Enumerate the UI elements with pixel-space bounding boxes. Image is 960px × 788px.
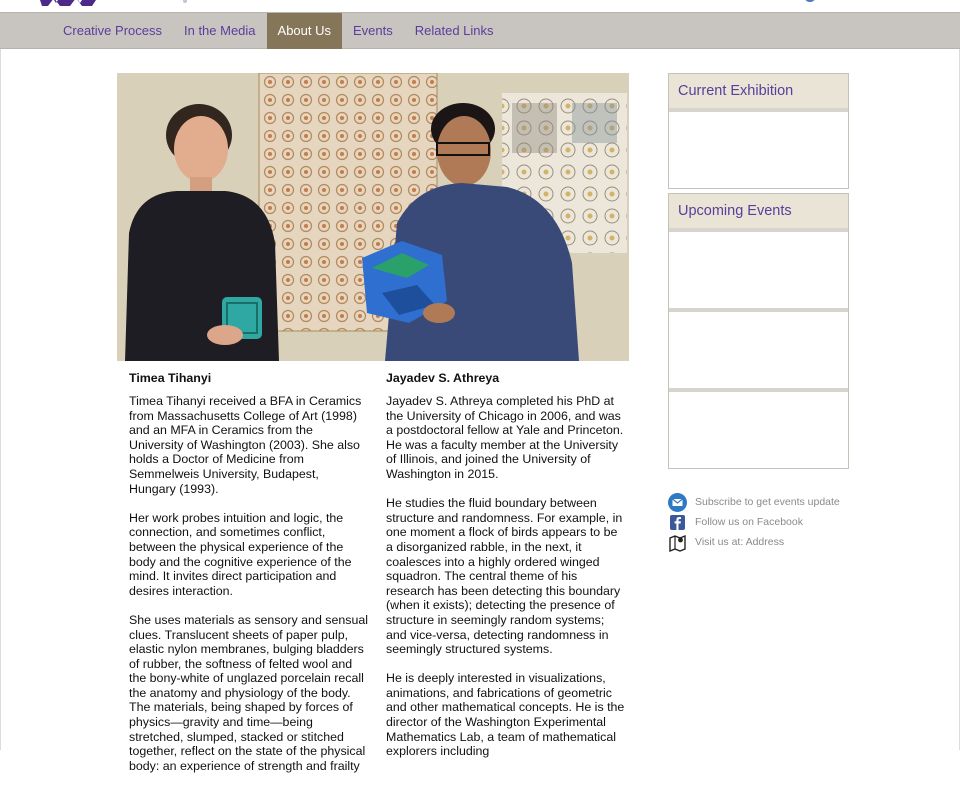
event-slot[interactable] [669, 312, 848, 388]
bio-paragraph: Her work probes intuition and logic, the… [129, 510, 352, 598]
nav-events[interactable]: Events [342, 13, 404, 49]
event-slot[interactable] [669, 232, 848, 308]
upcoming-events-panel: Upcoming Events [668, 193, 849, 469]
main-nav: Creative Process In the Media About Us E… [0, 12, 960, 49]
bio-paragraph: She uses materials as sensory and sensua… [129, 612, 368, 773]
page-border-left [0, 49, 1, 750]
logo-mark [183, 0, 187, 3]
bio-paragraph: Jayadev S. Athreya completed his PhD at … [386, 394, 624, 481]
sidebar: Current Exhibition Upcoming Events [668, 73, 849, 469]
facebook-text: Follow us on Facebook [695, 516, 803, 528]
nav-related-links[interactable]: Related Links [404, 13, 505, 49]
sidebar-links: Subscribe to get events update Follow us… [668, 492, 858, 552]
facebook-icon [670, 514, 685, 530]
nav-creative-process[interactable]: Creative Process [52, 13, 173, 49]
bio-paragraph: He studies the fluid boundary between st… [386, 496, 623, 657]
subscribe-link[interactable]: Subscribe to get events update [668, 492, 858, 512]
team-photo [117, 73, 629, 361]
bio-jayadev: Jayadev S. Athreya Jayadev S. Athreya co… [386, 370, 626, 773]
site-logo[interactable] [38, 0, 100, 6]
bio-paragraph: Timea Tihanyi received a BFA in Ceramics… [129, 394, 362, 496]
subscribe-text: Subscribe to get events update [695, 496, 840, 508]
upcoming-events-heading[interactable]: Upcoming Events [669, 194, 848, 232]
header-strip [0, 0, 960, 12]
nav-in-the-media[interactable]: In the Media [173, 13, 267, 49]
bio-name: Jayadev S. Athreya [386, 371, 500, 385]
map-icon [669, 534, 686, 552]
address-link[interactable]: Visit us at: Address [668, 532, 858, 552]
header-icons [805, 0, 815, 2]
bio-paragraph: He is deeply interested in visualization… [386, 671, 625, 759]
bio-timea: Timea Tihanyi Timea Tihanyi received a B… [129, 370, 369, 788]
bio-name: Timea Tihanyi [129, 371, 212, 385]
email-icon [668, 492, 687, 512]
current-exhibition-body [669, 112, 848, 188]
nav-about-us[interactable]: About Us [266, 13, 343, 49]
event-slot[interactable] [669, 392, 848, 468]
current-exhibition-panel: Current Exhibition [668, 73, 849, 189]
address-text: Visit us at: Address [695, 536, 785, 548]
current-exhibition-heading[interactable]: Current Exhibition [669, 74, 848, 112]
facebook-link[interactable]: Follow us on Facebook [668, 512, 858, 532]
